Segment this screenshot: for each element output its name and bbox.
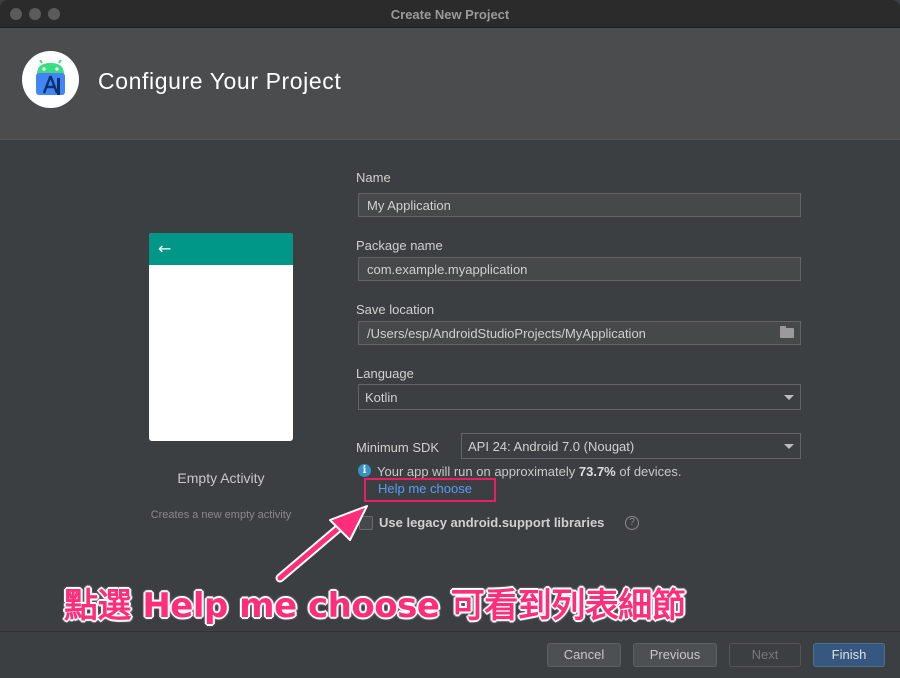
next-button[interactable]: Next: [729, 643, 801, 667]
previous-button[interactable]: Previous: [633, 643, 717, 667]
footer-divider: [0, 631, 900, 632]
create-project-window: Create New Project Configure Your Projec…: [0, 0, 900, 678]
finish-button[interactable]: Finish: [813, 643, 885, 667]
annotation-arrow: [275, 505, 368, 583]
cancel-button[interactable]: Cancel: [547, 643, 621, 667]
annotation-text: 點選 Help me choose 可看到列表細節: [64, 586, 686, 626]
